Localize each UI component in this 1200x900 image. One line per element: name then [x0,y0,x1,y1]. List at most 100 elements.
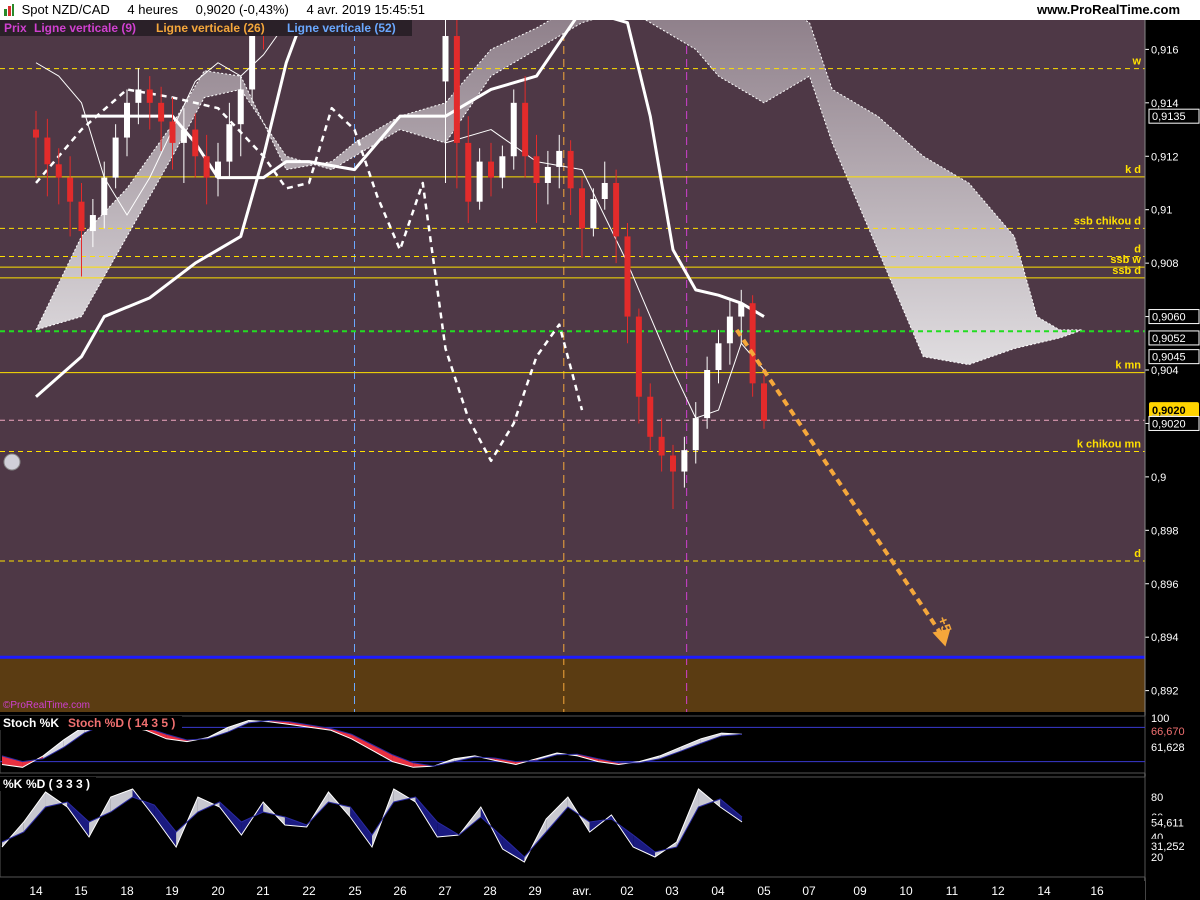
candle-body [203,156,210,178]
x-tick-label: 27 [438,884,452,898]
candle-body [237,89,244,125]
value-label: 0,9045 [1152,352,1186,364]
candle-body [465,142,472,202]
candle-body [158,102,165,122]
x-tick-label: 29 [528,884,542,898]
candle-body [101,177,108,216]
stoch2-legend-d: %D ( 3 3 3 ) [26,777,90,791]
candle-body [658,436,665,456]
candle-body [613,182,620,237]
candle-body [749,303,756,384]
hline-label-11: d [1134,548,1141,560]
candle-body [215,161,221,178]
stoch2-tick: 80 [1151,792,1163,804]
legend-prix: Prix [4,21,27,35]
x-tick-label: 21 [256,884,270,898]
candle-body [112,137,119,178]
x-tick-label: 03 [665,884,679,898]
x-tick-label: 11 [946,884,959,898]
candle-body [169,121,176,143]
candle-body [590,199,597,229]
legend-lv9: Ligne verticale (9) [34,21,136,35]
candle-body [533,156,540,183]
legend-lv26: Ligne verticale (26) [156,21,265,35]
y-tick-label: 0,894 [1151,632,1179,644]
candle-body [761,383,767,421]
value-label: 0,9052 [1152,333,1186,345]
chart-window: Spot NZD/CAD 4 heures 0,9020 (-0,43%) 4 … [0,0,1200,900]
x-tick-label: 12 [991,884,1005,898]
stoch2-value-d: 31,252 [1151,841,1185,853]
watermark: ©ProRealTime.com [3,700,90,711]
candle-body [647,396,654,437]
candle-body [544,166,551,183]
candle-body [192,129,199,157]
candle-body [738,303,745,317]
candle-body [226,124,233,162]
price-change-label: 0,9020 (-0,43%) [195,2,289,17]
candle-body [601,182,608,200]
candle-body [488,161,494,178]
candle-body [715,343,722,371]
candle-body [146,89,153,103]
x-tick-label: 22 [302,884,316,898]
timeframe-label: 4 heures [127,2,178,17]
site-link[interactable]: www.ProRealTime.com [1037,0,1180,20]
candle-body [55,164,62,178]
x-tick-label: 15 [74,884,88,898]
y-tick-label: 0,91 [1151,205,1172,217]
hline-label-1: w [1131,56,1141,68]
hline-label-10: k chikou mn [1077,438,1141,450]
hline-label-6: ssb d [1112,265,1141,277]
value-label: 0,9060 [1152,312,1186,324]
y-tick-label: 0,916 [1151,44,1179,56]
x-tick-label: 14 [29,884,43,898]
candle-body [453,36,460,143]
candle-body [124,102,130,138]
value-label: 0,9020 [1152,418,1186,430]
candle-body [635,316,642,397]
chart-icon [4,4,14,16]
candle-body [180,129,187,143]
legend-lv52: Ligne verticale (52) [287,21,396,35]
y-tick-label: 0,9 [1151,472,1166,484]
symbol-label: Spot NZD/CAD [21,2,110,17]
chart-svg[interactable]: wk dssb chikou ddssb wssb dk mnk chikou … [0,20,1200,900]
y-tick-label: 0,912 [1151,151,1179,163]
candle-body [89,215,96,232]
candle-body [692,418,699,451]
candle-body [33,129,39,138]
candle-body [726,316,733,344]
x-tick-label: 02 [620,884,634,898]
stoch2-tick: 20 [1151,852,1163,864]
candle-body [579,188,585,229]
x-tick-label: 28 [483,884,497,898]
candle-body [476,161,483,202]
alert-icon [3,453,21,471]
candle-body [670,455,676,472]
x-tick-label: 16 [1090,884,1104,898]
y-tick-label: 0,914 [1151,98,1179,110]
candle-body [442,36,449,82]
stoch1-value-k: 61,628 [1151,742,1185,754]
y-tick-label: 0,908 [1151,258,1179,270]
candle-body [499,156,506,178]
hline-label-8: k mn [1115,360,1141,372]
y-tick-label: 0,898 [1151,525,1179,537]
candle-body [44,137,51,165]
x-tick-label: 14 [1037,884,1051,898]
y-tick-label: 0,896 [1151,579,1179,591]
x-tick-label: 19 [165,884,179,898]
x-tick-label: avr. [572,884,591,898]
candle-body [624,236,631,317]
title-bar: Spot NZD/CAD 4 heures 0,9020 (-0,43%) 4 … [0,0,1200,20]
stoch2-value-k: 54,611 [1151,817,1184,829]
value-label: 0,9135 [1152,111,1186,123]
candle-body [522,102,529,157]
candle-body [681,450,688,472]
candle-body [135,89,142,103]
x-tick-label: 07 [802,884,816,898]
stoch1-tick: 100 [1151,713,1169,725]
x-tick-label: 18 [120,884,134,898]
stoch1-legend-k: Stoch %K [3,716,59,730]
